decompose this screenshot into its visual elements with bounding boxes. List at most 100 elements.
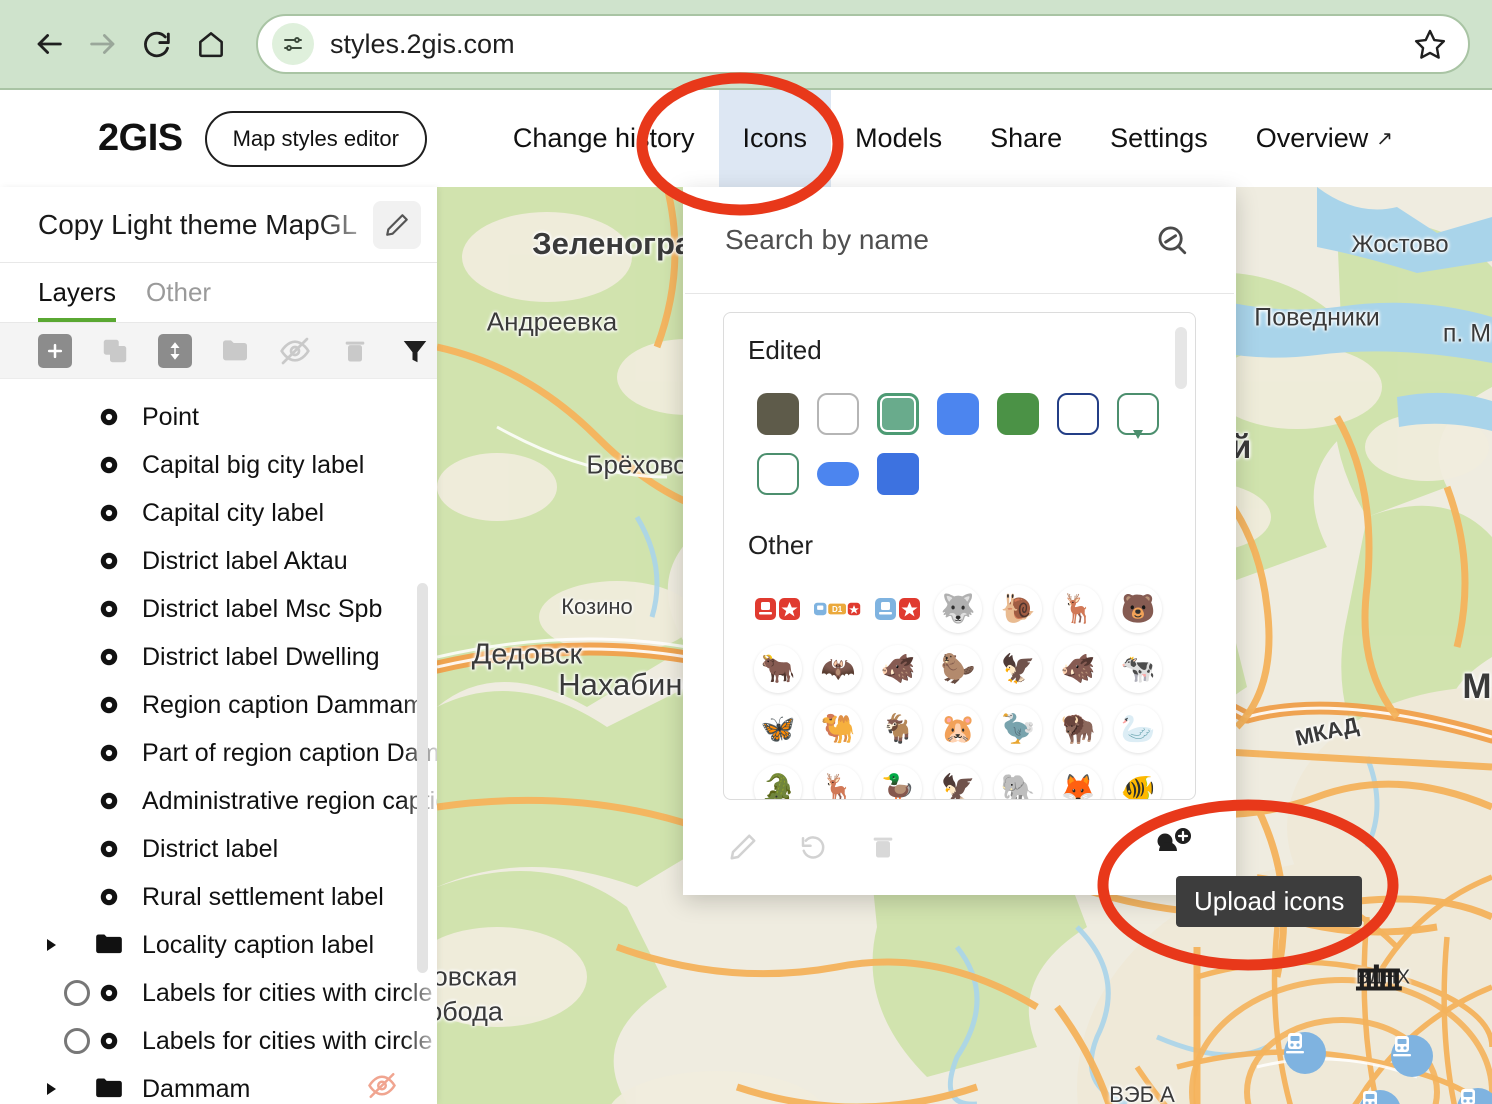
new-folder-button[interactable] bbox=[218, 334, 252, 368]
icon-cell[interactable]: 🐗 bbox=[1048, 639, 1108, 699]
reload-button[interactable] bbox=[130, 17, 184, 71]
filter-button[interactable] bbox=[398, 334, 432, 368]
url-text[interactable]: styles.2gis.com bbox=[330, 29, 1410, 60]
crocodile-icon: 🐊 bbox=[754, 765, 802, 799]
expand-triangle-icon[interactable] bbox=[38, 1081, 64, 1097]
sidebar-scrollbar[interactable] bbox=[417, 583, 428, 973]
icon-cell[interactable]: 🐄 bbox=[1108, 639, 1168, 699]
icon-cell[interactable]: D1 bbox=[808, 579, 868, 639]
delete-layer-button[interactable] bbox=[338, 334, 372, 368]
icon-swatch[interactable] bbox=[1108, 384, 1168, 444]
icon-cell[interactable]: 🦅 bbox=[988, 639, 1048, 699]
back-button[interactable] bbox=[22, 17, 76, 71]
edit-icon-button[interactable] bbox=[723, 827, 763, 867]
layer-row[interactable]: Rural settlement label bbox=[0, 873, 437, 921]
sidebar-tab-layers[interactable]: Layers bbox=[38, 277, 117, 322]
duplicate-layer-button[interactable] bbox=[98, 334, 132, 368]
tram-poi-pin[interactable] bbox=[1284, 1032, 1326, 1074]
icon-cell[interactable]: 🐫 bbox=[808, 699, 868, 759]
icon-cell[interactable] bbox=[748, 579, 808, 639]
icon-cell[interactable]: 🐺 bbox=[928, 579, 988, 639]
bear-icon: 🐻 bbox=[1114, 585, 1162, 634]
icon-cell[interactable]: 🐘 bbox=[988, 759, 1048, 799]
icon-swatch[interactable] bbox=[748, 384, 808, 444]
layer-row[interactable]: Labels for cities with circle icon bbox=[0, 1017, 437, 1065]
icon-cell[interactable]: 🐹 bbox=[928, 699, 988, 759]
tab-overview[interactable]: Overview ↗ bbox=[1232, 90, 1417, 187]
icon-cell[interactable]: 🦇 bbox=[808, 639, 868, 699]
rename-theme-button[interactable] bbox=[373, 200, 421, 249]
landmark-vdnh[interactable]: ВДНХ bbox=[1355, 964, 1410, 991]
sidebar-tab-other[interactable]: Other bbox=[146, 277, 211, 322]
icon-swatch[interactable] bbox=[808, 444, 868, 504]
tab-settings[interactable]: Settings bbox=[1086, 90, 1232, 187]
icon-swatch[interactable] bbox=[868, 384, 928, 444]
address-bar[interactable]: styles.2gis.com bbox=[256, 14, 1470, 74]
layer-row[interactable]: Capital big city label bbox=[0, 441, 437, 489]
icon-cell[interactable]: 🦬 bbox=[1048, 699, 1108, 759]
hide-layer-button[interactable] bbox=[278, 334, 312, 368]
tab-models[interactable]: Models bbox=[831, 90, 966, 187]
delete-icon-button[interactable] bbox=[863, 827, 903, 867]
icon-cell[interactable]: 🦫 bbox=[928, 639, 988, 699]
expand-triangle-icon[interactable] bbox=[38, 937, 64, 953]
layer-row[interactable]: Administrative region caption bbox=[0, 777, 437, 825]
move-layer-button[interactable] bbox=[158, 333, 192, 368]
search-input[interactable] bbox=[725, 224, 1150, 257]
tab-icons[interactable]: Icons bbox=[718, 90, 832, 187]
icon-cell[interactable]: 🐌 bbox=[988, 579, 1048, 639]
icon-cell[interactable]: 🦢 bbox=[1108, 699, 1168, 759]
layer-row[interactable]: Locality caption label bbox=[0, 921, 437, 969]
icon-cell[interactable]: 🐂 bbox=[748, 639, 808, 699]
layer-row[interactable]: Region caption Dammam bbox=[0, 681, 437, 729]
add-layer-button[interactable] bbox=[38, 333, 72, 368]
icon-swatch[interactable] bbox=[928, 384, 988, 444]
icon-cell[interactable]: 🦤 bbox=[988, 699, 1048, 759]
map-styles-editor-button[interactable]: Map styles editor bbox=[204, 110, 427, 167]
point-icon bbox=[90, 1030, 128, 1052]
icon-cell[interactable]: 🐐 bbox=[868, 699, 928, 759]
tram-poi-pin[interactable] bbox=[1391, 1035, 1433, 1077]
icons-scrollbar[interactable] bbox=[1175, 327, 1187, 390]
forward-button[interactable] bbox=[76, 17, 130, 71]
move-vertical-icon bbox=[170, 341, 180, 360]
pencil-icon bbox=[386, 213, 408, 236]
icon-swatch[interactable] bbox=[748, 444, 808, 504]
search-icon[interactable] bbox=[1150, 218, 1194, 262]
tab-share[interactable]: Share bbox=[966, 90, 1086, 187]
icon-cell[interactable]: 🦆 bbox=[868, 759, 928, 799]
site-settings-icon[interactable] bbox=[272, 23, 314, 65]
icons-scroll-area[interactable]: Edited Other D1 🐺 🐌 🦌 🐻 🐂 🦇 🐗 🦫 🦅 🐗 🐄 🦋 … bbox=[723, 312, 1196, 800]
icon-cell[interactable]: 🦊 bbox=[1048, 759, 1108, 799]
upload-icons-button[interactable] bbox=[1154, 827, 1196, 868]
home-button[interactable] bbox=[184, 17, 238, 71]
layer-row[interactable]: District label Dwelling bbox=[0, 633, 437, 681]
icon-swatch[interactable] bbox=[808, 384, 868, 444]
layer-row[interactable]: Capital city label bbox=[0, 489, 437, 537]
bookmark-star-icon[interactable] bbox=[1410, 24, 1450, 64]
icon-cell[interactable] bbox=[868, 579, 928, 639]
layer-row[interactable]: District label bbox=[0, 825, 437, 873]
layer-row[interactable]: Point bbox=[0, 393, 437, 441]
layer-row[interactable]: Labels for cities with circle icon bbox=[0, 969, 437, 1017]
icon-cell[interactable]: 🦌 bbox=[808, 759, 868, 799]
icon-cell[interactable]: 🦌 bbox=[1048, 579, 1108, 639]
reset-icon-button[interactable] bbox=[793, 827, 833, 867]
capybara-icon: 🐹 bbox=[934, 705, 982, 754]
icon-cell[interactable]: 🐠 bbox=[1108, 759, 1168, 799]
layer-row[interactable]: District label Aktau bbox=[0, 537, 437, 585]
tram-poi-pin[interactable] bbox=[1457, 1088, 1492, 1104]
icon-cell[interactable]: 🐊 bbox=[748, 759, 808, 799]
tab-change-history[interactable]: Change history bbox=[489, 90, 719, 187]
icon-swatch[interactable] bbox=[988, 384, 1048, 444]
icon-cell[interactable]: 🐻 bbox=[1108, 579, 1168, 639]
icon-cell[interactable]: 🦋 bbox=[748, 699, 808, 759]
icon-cell[interactable]: 🐗 bbox=[868, 639, 928, 699]
hidden-eye-icon[interactable] bbox=[367, 1071, 397, 1104]
layer-row[interactable]: Part of region caption Dammam bbox=[0, 729, 437, 777]
icon-swatch[interactable] bbox=[868, 444, 928, 504]
icon-swatch[interactable] bbox=[1048, 384, 1108, 444]
layer-row[interactable]: District label Msc Spb bbox=[0, 585, 437, 633]
layer-row[interactable]: Dammam bbox=[0, 1065, 437, 1104]
icon-cell[interactable]: 🦅 bbox=[928, 759, 988, 799]
